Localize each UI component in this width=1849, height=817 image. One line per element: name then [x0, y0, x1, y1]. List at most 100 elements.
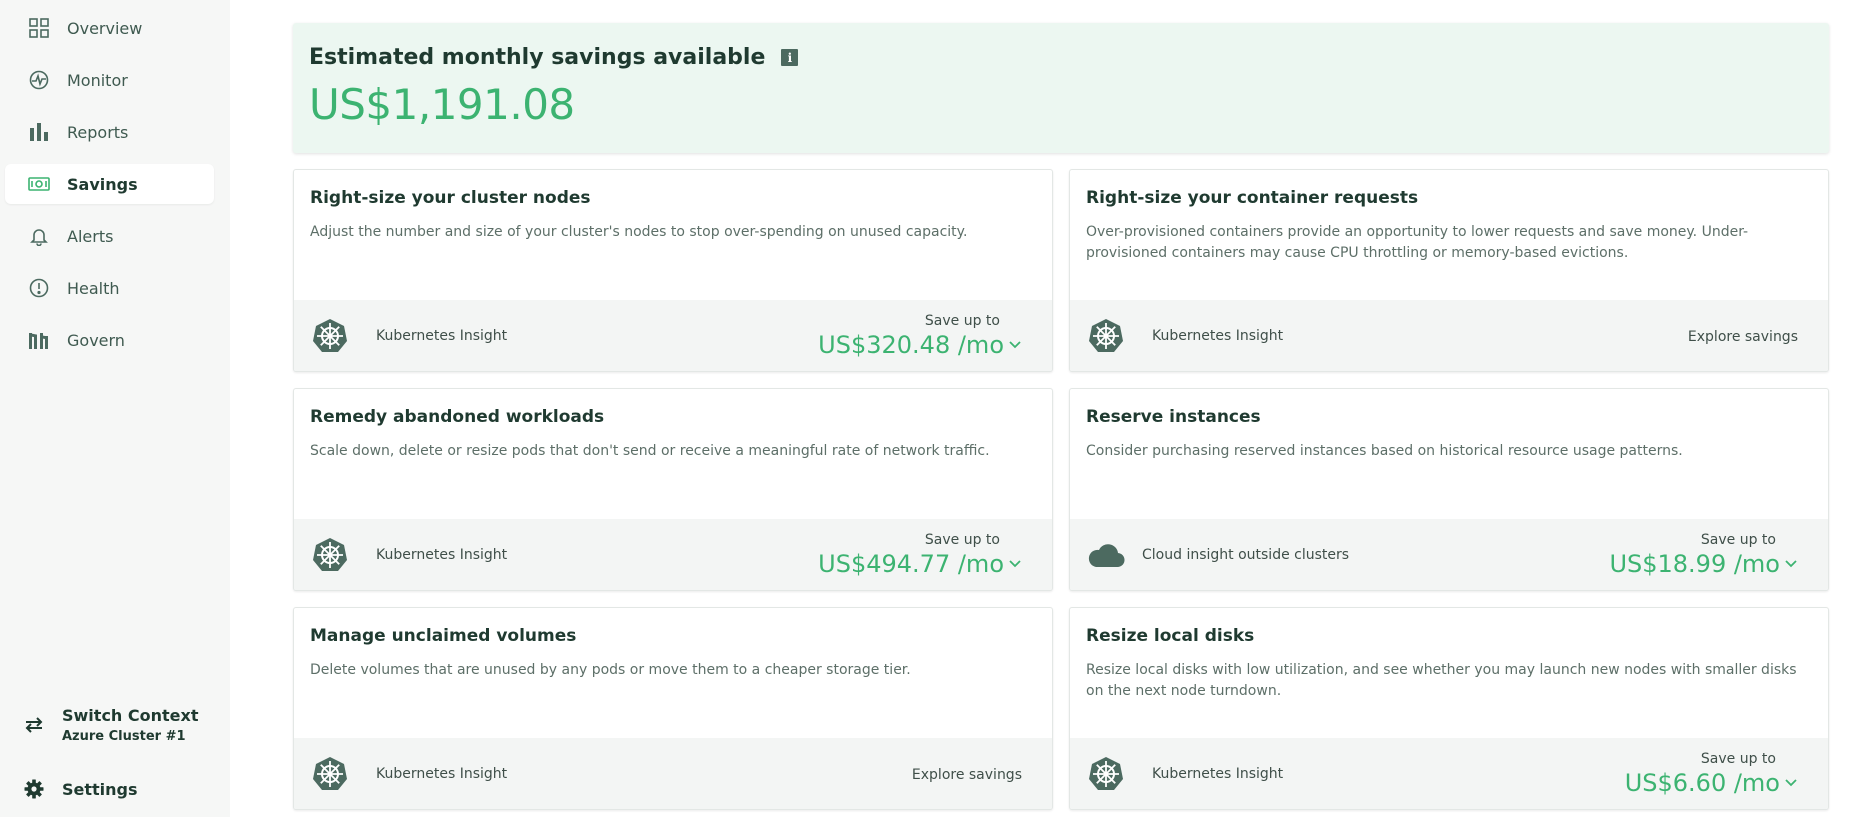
- savings-amount: US$18.99 /mo: [1609, 549, 1780, 578]
- card-description: Over-provisioned containers provide an o…: [1086, 224, 1749, 261]
- savings-card-reserve-instances[interactable]: Reserve instances Consider purchasing re…: [1069, 388, 1829, 591]
- summary-title-row: Estimated monthly savings available i: [309, 45, 1813, 70]
- savings-card-unclaimed-volumes[interactable]: Manage unclaimed volumes Delete volumes …: [293, 607, 1053, 810]
- context-title: Switch Context: [62, 706, 199, 725]
- insight-label: Kubernetes Insight: [376, 546, 508, 563]
- savings-card-local-disks[interactable]: Resize local disks Resize local disks wi…: [1069, 607, 1829, 810]
- kubernetes-icon: [310, 316, 350, 356]
- chevron-down-icon: [1008, 340, 1022, 350]
- savings-amount: US$6.60 /mo: [1624, 768, 1780, 797]
- settings-label: Settings: [62, 779, 138, 799]
- switch-context-button[interactable]: Switch Context Azure Cluster #1: [0, 699, 230, 751]
- sidebar-item-label: Savings: [67, 174, 138, 194]
- sidebar-bottom: Switch Context Azure Cluster #1 Settings: [0, 699, 230, 817]
- sidebar-item-govern[interactable]: Govern: [5, 320, 214, 360]
- chevron-down-icon: [1784, 778, 1798, 788]
- cloud-icon: [1086, 535, 1126, 575]
- card-description: Adjust the number and size of your clust…: [310, 224, 968, 240]
- insight-label: Kubernetes Insight: [1152, 765, 1284, 782]
- sidebar-item-label: Overview: [67, 18, 143, 38]
- swap-arrows-icon: [22, 713, 46, 737]
- context-text: Switch Context Azure Cluster #1: [62, 706, 198, 744]
- card-title: Manage unclaimed volumes: [310, 626, 577, 646]
- savings-amount: US$320.48 /mo: [818, 330, 1004, 359]
- app-root: Overview Monitor Reports Savings Alerts …: [0, 0, 1849, 817]
- card-footer: Kubernetes Insight Save up to US$6.60 /m…: [1070, 738, 1828, 809]
- card-footer: Kubernetes Insight Explore savings: [1070, 300, 1828, 371]
- save-up-label: Save up to: [924, 531, 1000, 548]
- chevron-down-icon: [1008, 559, 1022, 569]
- sidebar-item-savings[interactable]: Savings: [5, 164, 214, 204]
- savings-amount-dropdown[interactable]: US$494.77 /mo: [818, 550, 1022, 578]
- explore-savings-link[interactable]: Explore savings: [1688, 329, 1798, 345]
- insight-label: Kubernetes Insight: [376, 327, 508, 344]
- savings-card-abandoned-workloads[interactable]: Remedy abandoned workloads Scale down, d…: [293, 388, 1053, 591]
- savings-cards-grid: Right-size your cluster nodes Adjust the…: [293, 169, 1829, 810]
- savings-summary-banner: Estimated monthly savings available i US…: [293, 23, 1829, 153]
- sidebar-item-monitor[interactable]: Monitor: [5, 60, 214, 100]
- insight-label: Kubernetes Insight: [376, 765, 508, 782]
- kubernetes-icon: [310, 754, 350, 794]
- card-title: Resize local disks: [1086, 626, 1255, 646]
- sidebar-item-overview[interactable]: Overview: [5, 8, 214, 48]
- kubernetes-icon: [310, 535, 350, 575]
- sidebar-item-label: Alerts: [67, 226, 114, 246]
- card-description: Scale down, delete or resize pods that d…: [310, 443, 990, 459]
- explore-savings-link[interactable]: Explore savings: [912, 767, 1022, 783]
- sidebar-item-label: Health: [67, 278, 120, 298]
- chevron-down-icon: [1784, 559, 1798, 569]
- govern-icon: [25, 326, 53, 354]
- card-footer: Kubernetes Insight Save up to US$320.48 …: [294, 300, 1052, 371]
- gear-icon: [22, 777, 46, 801]
- card-description: Delete volumes that are unused by any po…: [310, 662, 911, 678]
- card-footer: Kubernetes Insight Explore savings: [294, 738, 1052, 809]
- kubernetes-icon: [1086, 754, 1126, 794]
- insight-label: Kubernetes Insight: [1152, 327, 1284, 344]
- savings-estimate: Save up to US$320.48 /mo: [818, 313, 1022, 359]
- grid-icon: [25, 14, 53, 42]
- save-up-label: Save up to: [924, 312, 1000, 329]
- money-icon: [25, 170, 53, 198]
- save-up-label: Save up to: [1700, 531, 1776, 548]
- kubernetes-icon: [1086, 316, 1126, 356]
- bell-icon: [25, 222, 53, 250]
- card-footer: Cloud insight outside clusters Save up t…: [1070, 519, 1828, 590]
- savings-estimate: Save up to US$6.60 /mo: [1625, 751, 1798, 797]
- savings-amount-dropdown[interactable]: US$320.48 /mo: [818, 331, 1022, 359]
- total-savings-amount: US$1,191.08: [309, 80, 575, 129]
- sidebar: Overview Monitor Reports Savings Alerts …: [0, 0, 230, 817]
- savings-amount: US$494.77 /mo: [818, 549, 1004, 578]
- sidebar-item-alerts[interactable]: Alerts: [5, 216, 214, 256]
- savings-estimate: Explore savings: [912, 764, 1022, 783]
- monitor-icon: [25, 66, 53, 94]
- sidebar-item-reports[interactable]: Reports: [5, 112, 214, 152]
- save-up-label: Save up to: [1700, 750, 1776, 767]
- savings-estimate: Explore savings: [1688, 326, 1798, 345]
- sidebar-nav: Overview Monitor Reports Savings Alerts …: [0, 0, 230, 360]
- savings-estimate: Save up to US$18.99 /mo: [1609, 532, 1798, 578]
- main-content: Estimated monthly savings available i US…: [230, 0, 1849, 817]
- settings-button[interactable]: Settings: [0, 769, 230, 809]
- sidebar-item-label: Monitor: [67, 70, 128, 90]
- sidebar-item-label: Reports: [67, 122, 129, 142]
- card-title: Right-size your cluster nodes: [310, 188, 591, 208]
- savings-card-container-requests[interactable]: Right-size your container requests Over-…: [1069, 169, 1829, 372]
- card-title: Remedy abandoned workloads: [310, 407, 605, 427]
- savings-amount-dropdown[interactable]: US$18.99 /mo: [1609, 550, 1798, 578]
- card-footer: Kubernetes Insight Save up to US$494.77 …: [294, 519, 1052, 590]
- info-icon[interactable]: i: [781, 49, 799, 66]
- insight-label: Cloud insight outside clusters: [1142, 546, 1350, 563]
- summary-title: Estimated monthly savings available: [309, 45, 766, 70]
- card-title: Reserve instances: [1086, 407, 1261, 427]
- card-description: Consider purchasing reserved instances b…: [1086, 443, 1683, 459]
- card-description: Resize local disks with low utilization,…: [1086, 662, 1797, 699]
- sidebar-item-label: Govern: [67, 330, 125, 350]
- card-title: Right-size your container requests: [1086, 188, 1419, 208]
- savings-amount-dropdown[interactable]: US$6.60 /mo: [1625, 769, 1798, 797]
- alert-circle-icon: [25, 274, 53, 302]
- bar-chart-icon: [25, 118, 53, 146]
- context-subtitle: Azure Cluster #1: [62, 729, 186, 744]
- sidebar-item-health[interactable]: Health: [5, 268, 214, 308]
- savings-estimate: Save up to US$494.77 /mo: [818, 532, 1022, 578]
- savings-card-cluster-nodes[interactable]: Right-size your cluster nodes Adjust the…: [293, 169, 1053, 372]
